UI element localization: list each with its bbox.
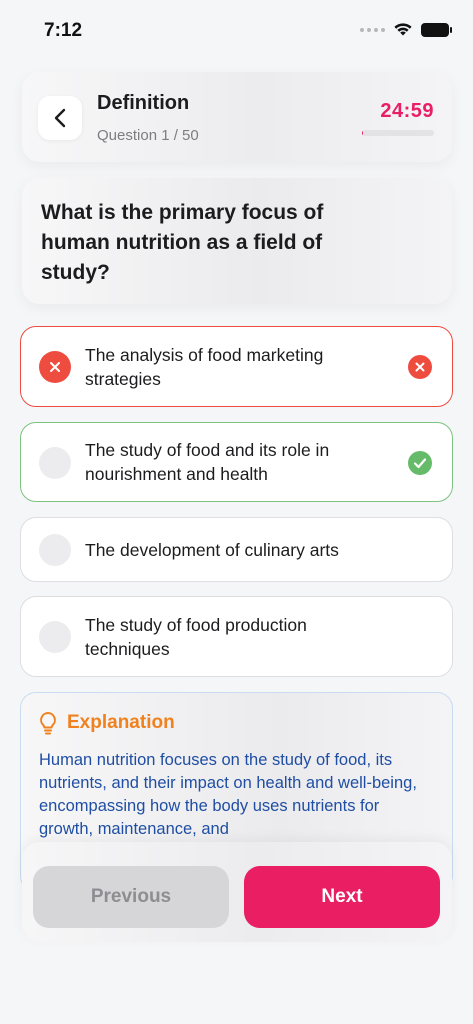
x-icon — [50, 362, 60, 372]
status-icons — [360, 22, 452, 37]
option-1-marker — [39, 351, 71, 383]
signal-dots-icon — [360, 27, 385, 32]
answer-option-2[interactable]: The study of food and its role in nouris… — [20, 422, 453, 502]
back-chevron-icon — [54, 108, 66, 128]
x-icon — [415, 362, 425, 372]
answer-option-3[interactable]: The development of culinary arts — [20, 517, 453, 582]
battery-icon — [421, 22, 452, 37]
option-1-label: The analysis of food marketing strategie… — [85, 345, 324, 389]
explanation-text: Human nutrition focuses on the study of … — [39, 751, 417, 838]
option-3-marker — [39, 534, 71, 566]
explanation-title: Explanation — [67, 712, 175, 733]
explanation-header: Explanation — [39, 711, 434, 735]
question-card: What is the primary focus of human nutri… — [22, 178, 452, 304]
status-bar: 7:12 — [0, 0, 473, 60]
option-3-label: The development of culinary arts — [85, 540, 339, 560]
option-4-label: The study of food production techniques — [85, 615, 307, 659]
correct-result-icon — [408, 451, 432, 475]
back-button[interactable] — [38, 96, 82, 140]
timer-progress-fill — [362, 130, 364, 136]
quiz-header: Definition Question 1 / 50 24:59 — [22, 72, 452, 162]
next-button[interactable]: Next — [244, 866, 440, 928]
timer-progress-bar — [362, 130, 434, 136]
previous-button[interactable]: Previous — [33, 866, 229, 928]
answer-option-4[interactable]: The study of food production techniques — [20, 596, 453, 677]
bottom-navigation: Previous Next — [22, 842, 452, 942]
option-2-label: The study of food and its role in nouris… — [85, 440, 330, 484]
incorrect-result-icon — [408, 355, 432, 379]
check-icon — [413, 458, 427, 469]
answer-option-1[interactable]: The analysis of food marketing strategie… — [20, 326, 453, 407]
countdown-timer: 24:59 — [380, 100, 434, 122]
option-4-marker — [39, 621, 71, 653]
question-counter: Question 1 / 50 — [97, 127, 199, 144]
lightbulb-icon — [40, 712, 56, 735]
quiz-title: Definition — [97, 92, 190, 114]
wifi-icon — [394, 23, 412, 36]
option-2-marker — [39, 447, 71, 479]
status-time: 7:12 — [44, 20, 83, 41]
question-text: What is the primary focus of human nutri… — [41, 201, 324, 284]
